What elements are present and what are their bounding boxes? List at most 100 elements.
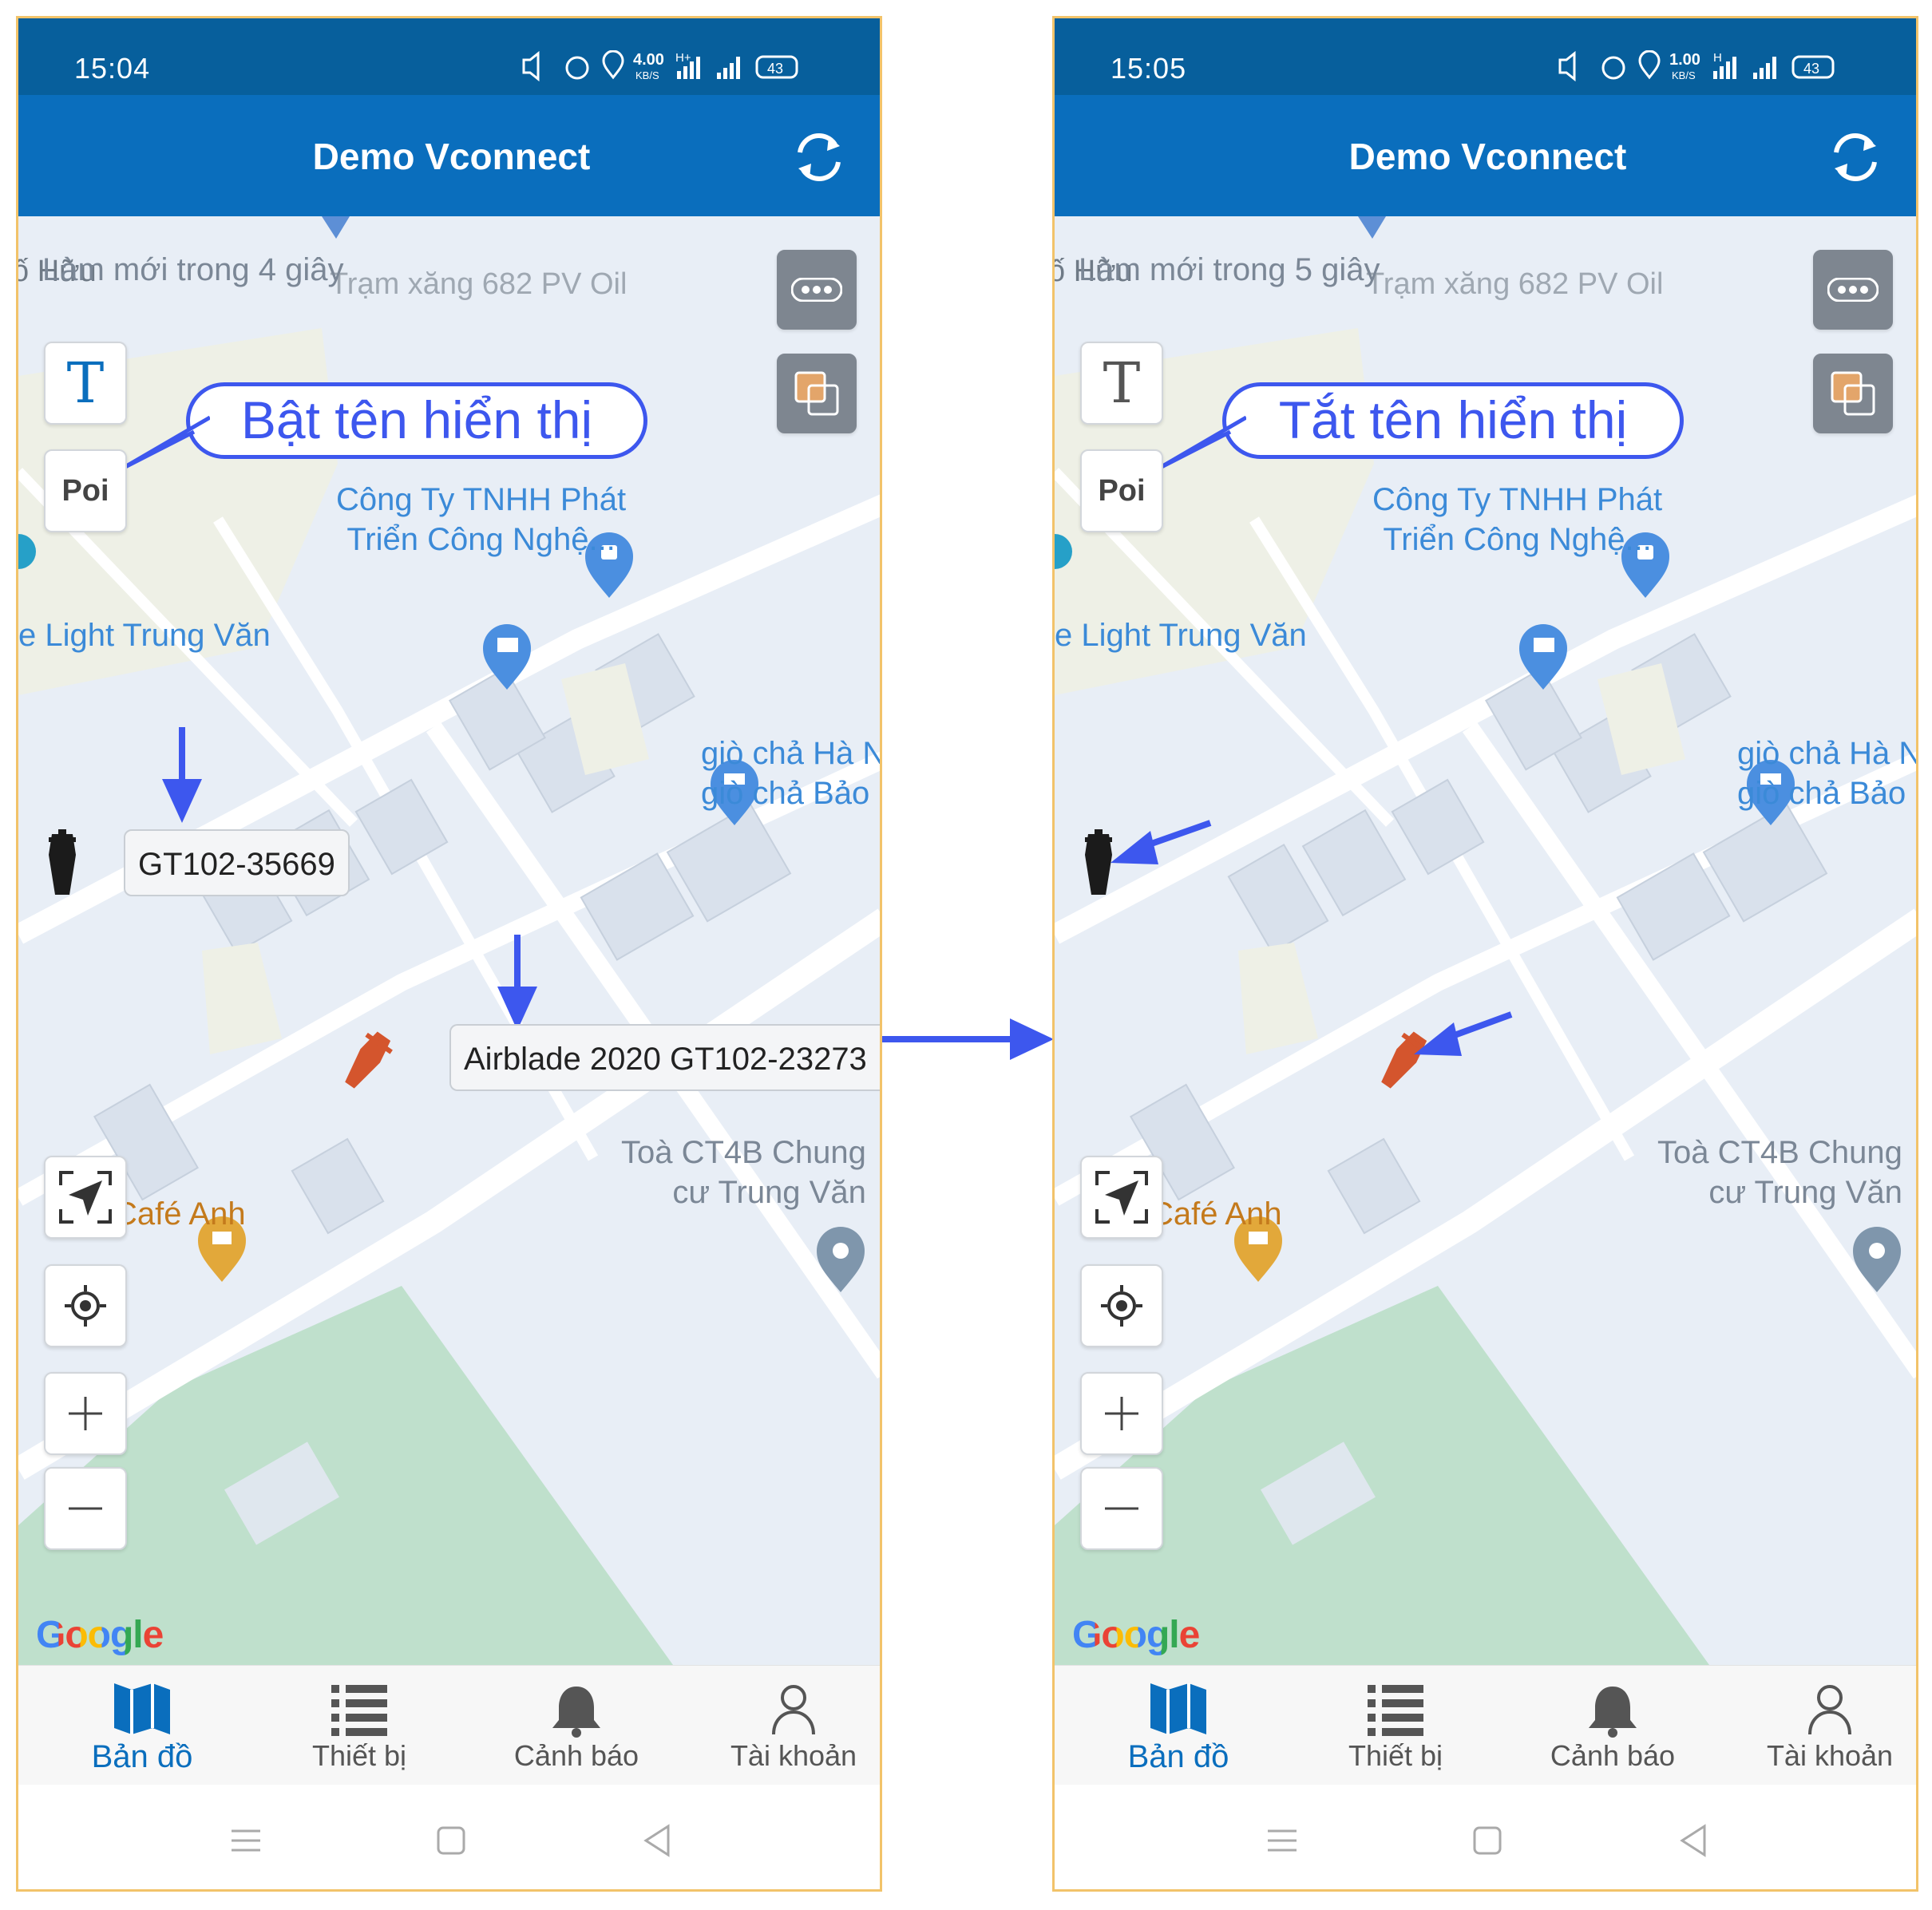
nav-item-devices[interactable]: Thiết bị bbox=[1288, 1666, 1503, 1785]
annotation-callout: Tắt tên hiển thị bbox=[1222, 382, 1684, 459]
net-speed: 4.00 bbox=[633, 51, 664, 69]
recents-icon[interactable] bbox=[222, 1817, 270, 1865]
recents-icon[interactable] bbox=[1258, 1817, 1306, 1865]
status-icons: 4.00 KB/S H+ 43 bbox=[522, 50, 798, 82]
bottom-nav: Bản đồ Thiết bị Cảnh báo Tài khoản bbox=[18, 1665, 880, 1785]
net-unit: KB/S bbox=[1672, 69, 1696, 81]
net-type: H bbox=[1713, 51, 1722, 65]
list-icon bbox=[1368, 1685, 1423, 1736]
google-logo: Google bbox=[36, 1614, 164, 1656]
plus-icon bbox=[1105, 1397, 1138, 1430]
map-view[interactable]: ố Hữu Trạm xăng 682 PV Oil Làm mới trong… bbox=[18, 216, 882, 1665]
more-icon bbox=[791, 278, 842, 302]
map-layers-button[interactable] bbox=[1813, 354, 1893, 433]
zoom-out-button[interactable] bbox=[44, 1467, 127, 1550]
poi-button[interactable]: Poi bbox=[44, 449, 127, 532]
refresh-icon[interactable] bbox=[787, 125, 851, 189]
nav-label-devices: Thiết bị bbox=[311, 1739, 407, 1772]
map-label-company: Công Ty TNHH Phát Triển Công Nghệ... bbox=[1372, 482, 1663, 557]
bell-icon bbox=[552, 1687, 600, 1738]
nav-label-map: Bản đồ bbox=[91, 1739, 193, 1774]
nav-item-devices[interactable]: Thiết bị bbox=[251, 1666, 467, 1785]
map-label-gas-station: Trạm xăng 682 PV Oil bbox=[330, 267, 628, 301]
crosshair-icon bbox=[1101, 1285, 1142, 1327]
bell-icon bbox=[1589, 1687, 1637, 1738]
phone-screen-after: 15:05 1.00 KB/S H 43 Demo Vconnect ố Hữu… bbox=[1052, 16, 1918, 1892]
nav-item-map[interactable]: Bản đồ bbox=[34, 1666, 250, 1785]
status-bar: 15:04 4.00 KB/S H+ 43 bbox=[18, 18, 880, 95]
toggle-label-button[interactable]: T bbox=[44, 342, 127, 425]
crosshair-icon bbox=[65, 1285, 106, 1327]
refresh-icon[interactable] bbox=[1823, 125, 1887, 189]
plus-icon bbox=[69, 1397, 102, 1430]
nav-label-alerts: Cảnh báo bbox=[513, 1739, 639, 1772]
user-icon bbox=[1808, 1685, 1851, 1735]
app-bar: Demo Vconnect bbox=[18, 95, 880, 216]
more-icon bbox=[1827, 278, 1879, 302]
layers-icon bbox=[794, 371, 839, 416]
map-label-gio-cha: giò chả Hà N giò chả Bảo bbox=[1737, 736, 1918, 811]
google-logo: Google bbox=[1072, 1614, 1200, 1656]
my-location-button[interactable] bbox=[44, 1264, 127, 1347]
nav-item-alerts[interactable]: Cảnh báo bbox=[469, 1666, 684, 1785]
nav-label-account: Tài khoản bbox=[1766, 1739, 1894, 1772]
phone-screen-before: 15:04 4.00 KB/S H+ 43 Demo Vconnect ố Hữ… bbox=[16, 16, 882, 1892]
navigate-fit-icon bbox=[59, 1171, 112, 1224]
map-label-light: e Light Trung Văn bbox=[1055, 618, 1307, 653]
app-bar: Demo Vconnect bbox=[1055, 95, 1916, 216]
nav-label-map: Bản đồ bbox=[1127, 1739, 1229, 1774]
app-title: Demo Vconnect bbox=[312, 136, 591, 177]
nav-item-account[interactable]: Tài khoản bbox=[686, 1666, 880, 1785]
poi-button[interactable]: Poi bbox=[1080, 449, 1163, 532]
map-label-gio-cha: giò chả Hà N giò chả Bảo bbox=[701, 736, 882, 811]
nav-item-account[interactable]: Tài khoản bbox=[1722, 1666, 1916, 1785]
fit-bounds-button[interactable] bbox=[44, 1156, 127, 1239]
my-location-button[interactable] bbox=[1080, 1264, 1163, 1347]
mute-vibrate-icon bbox=[522, 50, 540, 82]
net-speed: 1.00 bbox=[1669, 51, 1700, 69]
home-icon[interactable] bbox=[427, 1817, 475, 1865]
status-bar: 15:05 1.00 KB/S H 43 bbox=[1055, 18, 1916, 95]
net-unit: KB/S bbox=[635, 69, 659, 81]
app-title: Demo Vconnect bbox=[1348, 136, 1627, 177]
vehicle-label-1: GT102-35669 bbox=[124, 829, 350, 896]
home-icon[interactable] bbox=[1463, 1817, 1511, 1865]
map-icon bbox=[114, 1683, 170, 1734]
battery-level: 43 bbox=[767, 61, 783, 77]
status-icons: 1.00 KB/S H 43 bbox=[1558, 50, 1835, 82]
system-nav-bar bbox=[1055, 1785, 1916, 1889]
callout-tail bbox=[122, 416, 210, 471]
nav-label-account: Tài khoản bbox=[730, 1739, 857, 1772]
fit-bounds-button[interactable] bbox=[1080, 1156, 1163, 1239]
signal-icon-2 bbox=[1753, 57, 1776, 79]
zoom-in-button[interactable] bbox=[1080, 1372, 1163, 1455]
nav-label-alerts: Cảnh báo bbox=[1550, 1739, 1676, 1772]
map-view[interactable]: ố Hữu Trạm xăng 682 PV Oil Làm mới trong… bbox=[1055, 216, 1918, 1665]
callout-tail bbox=[1158, 416, 1246, 471]
net-type: H+ bbox=[675, 51, 691, 65]
nav-item-map[interactable]: Bản đồ bbox=[1071, 1666, 1286, 1785]
location-icon bbox=[1638, 50, 1661, 80]
zoom-in-button[interactable] bbox=[44, 1372, 127, 1455]
map-label-company: Công Ty TNHH Phát Triển Công Nghệ... bbox=[336, 482, 627, 557]
vehicle-label-2: Airblade 2020 GT102-23273 bbox=[449, 1024, 880, 1091]
refresh-notice: Làm mới trong 5 giây bbox=[1079, 252, 1380, 287]
more-options-button[interactable] bbox=[777, 250, 857, 330]
annotation-callout: Bật tên hiển thị bbox=[186, 382, 647, 459]
user-icon bbox=[772, 1685, 815, 1735]
map-label-toa: Toà CT4B Chung cư Trung Văn bbox=[1657, 1135, 1902, 1210]
system-nav-bar bbox=[18, 1785, 880, 1889]
zoom-out-button[interactable] bbox=[1080, 1467, 1163, 1550]
toggle-label-button[interactable]: T bbox=[1080, 342, 1163, 425]
more-options-button[interactable] bbox=[1813, 250, 1893, 330]
minus-icon bbox=[1105, 1507, 1138, 1510]
map-layers-button[interactable] bbox=[777, 354, 857, 433]
location-icon bbox=[602, 50, 624, 80]
nav-item-alerts[interactable]: Cảnh báo bbox=[1505, 1666, 1720, 1785]
alarm-icon bbox=[1601, 56, 1625, 80]
minus-icon bbox=[69, 1507, 102, 1510]
map-icon bbox=[1150, 1683, 1206, 1734]
back-icon[interactable] bbox=[633, 1817, 681, 1865]
map-label-light: e Light Trung Văn bbox=[18, 618, 271, 653]
back-icon[interactable] bbox=[1669, 1817, 1717, 1865]
